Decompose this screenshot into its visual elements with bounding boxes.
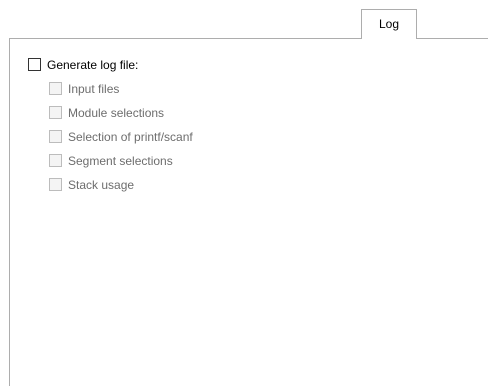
segment-selections-checkbox-box[interactable] bbox=[49, 154, 62, 167]
generate-log-file-label: Generate log file: bbox=[47, 58, 139, 72]
module-selections-checkbox-box[interactable] bbox=[49, 106, 62, 119]
input-files-label: Input files bbox=[68, 82, 120, 96]
stack-usage-label: Stack usage bbox=[68, 178, 135, 192]
generate-log-file-checkbox-box[interactable] bbox=[28, 58, 41, 71]
selection-of-printf-scanf-label: Selection of printf/scanf bbox=[68, 130, 193, 144]
tab-log[interactable]: Log bbox=[361, 9, 417, 39]
tab-log-label: Log bbox=[378, 17, 400, 31]
module-selections-label: Module selections bbox=[68, 106, 165, 120]
stack-usage-checkbox-box[interactable] bbox=[49, 178, 62, 191]
segment-selections-label: Segment selections bbox=[68, 154, 173, 168]
input-files-checkbox-box[interactable] bbox=[49, 82, 62, 95]
log-options-page: Log Generate log file: Input files Modul… bbox=[0, 0, 488, 386]
log-tab-panel: Generate log file: Input files Module se… bbox=[9, 38, 488, 386]
selection-of-printf-scanf-checkbox-box[interactable] bbox=[49, 130, 62, 143]
